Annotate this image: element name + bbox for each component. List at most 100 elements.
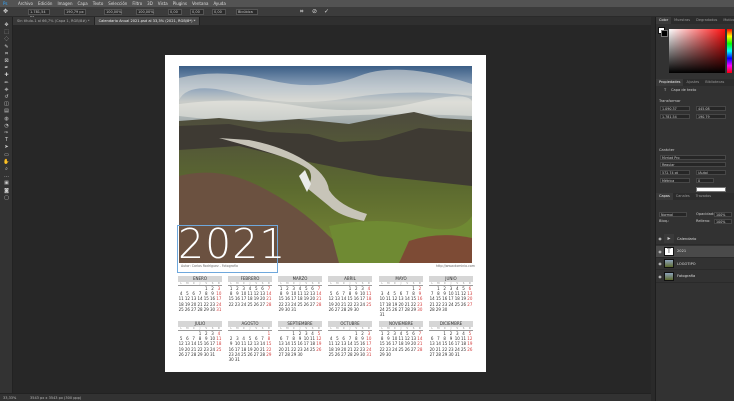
text-color-swatch[interactable] (696, 187, 726, 192)
month-marzo: MARZO L M X J V S D 1 2 3 4 5 6 7 8 9 10 11 12 13 14 15 16 17 18 1… (278, 276, 322, 316)
move-icon[interactable]: ✥ (3, 22, 10, 28)
status-bar: 33,33% 3543 px x 3543 px (300 ppp) (0, 393, 651, 401)
hand-icon[interactable]: ✋ (3, 159, 10, 165)
layer-row[interactable]: ◉ ▸ Calendario (656, 233, 734, 245)
tab-document-2[interactable]: Calendario Anual 2021.psd al 33,3% (2021… (94, 17, 201, 25)
healing-icon[interactable]: ✚ (3, 72, 10, 78)
transform-heading[interactable]: Transformar (659, 99, 681, 104)
brush-icon[interactable]: ✏ (3, 80, 10, 86)
screen-mode-icon[interactable]: ▢ (3, 195, 10, 201)
crop-icon[interactable]: ⌗ (3, 51, 10, 57)
blur-icon[interactable]: ◍ (3, 116, 10, 122)
month-abril: ABRIL L M X J V S D 1 2 3 4 5 6 7 8 9 10 11 12 13 14 15 16 17 18 1… (328, 276, 372, 316)
days-grid: 1 2 3 4 5 6 7 8 9 10 11 12 13 14 15 16 17 18 19 20 21 22 23 24 2… (228, 286, 272, 307)
day: 30 (417, 306, 423, 312)
panel-tab[interactable]: Bibliotecas (702, 79, 727, 86)
character-heading[interactable]: Carácter (659, 148, 674, 153)
panel-tab[interactable]: Motivos (720, 17, 734, 24)
menu-item[interactable]: Filtro (132, 0, 142, 7)
zoom-icon[interactable]: ⌕ (3, 166, 10, 172)
marquee-icon[interactable]: ⬚ (3, 29, 10, 35)
font-family-select[interactable]: Myriad Pro (660, 155, 726, 160)
menu-item[interactable]: Texto (93, 0, 104, 7)
layer-row[interactable]: ◉ T 2021 (656, 245, 734, 258)
tab-document-1[interactable]: Sin título-1 al 66,7% (Capa 1, RGB/8#) * (13, 17, 95, 25)
visibility-eye-icon[interactable]: ◉ (656, 274, 664, 279)
mask-icon[interactable]: ◙ (3, 188, 10, 194)
eyedropper-icon[interactable]: ✒ (3, 65, 10, 71)
menu-item[interactable]: Imagen (57, 0, 72, 7)
photoshop-logo-icon[interactable]: Ps (3, 0, 7, 7)
zoom-level[interactable]: 33,33% (3, 395, 16, 401)
pen-icon[interactable]: ✑ (3, 130, 10, 136)
layer-row[interactable]: ◉ LOGOTIPO (656, 258, 734, 270)
gradient-icon[interactable]: ▤ (3, 108, 10, 114)
transform-h[interactable]: 445,08 (696, 106, 726, 111)
colors-icon[interactable]: ▣ (3, 180, 10, 186)
lasso-icon[interactable]: ◌ (3, 36, 10, 42)
tracking-field[interactable]: 0 (696, 178, 714, 183)
cancel-icon[interactable]: ⊘ (312, 8, 317, 16)
kerning-field[interactable]: Métrica (660, 178, 690, 183)
more-icon[interactable]: … (3, 173, 10, 179)
move-tool-icon[interactable]: ✥ (3, 8, 8, 16)
panel-tab[interactable]: Ajustes (683, 79, 702, 86)
y-field[interactable]: 190,79 px (64, 9, 86, 15)
commit-icon[interactable]: ✓ (324, 8, 329, 16)
menu-item[interactable]: Edición (38, 0, 52, 7)
panel-tab[interactable]: Capas (656, 193, 673, 200)
quick-select-icon[interactable]: ✎ (3, 44, 10, 50)
menu-item[interactable]: Capa (78, 0, 88, 7)
visibility-eye-icon[interactable]: ◉ (656, 261, 664, 266)
stamp-icon[interactable]: ⎈ (3, 87, 10, 93)
eraser-icon[interactable]: ◫ (3, 101, 10, 107)
panel-tab[interactable]: Propiedades (656, 79, 684, 86)
menu-item[interactable]: 3D (147, 0, 153, 7)
fill-field[interactable]: 100% (714, 219, 732, 224)
leading-field[interactable]: (Auto) (696, 170, 726, 175)
font-size-field[interactable]: 572,74 pt (660, 170, 690, 175)
x-field[interactable]: 1.781,54 px (28, 9, 50, 19)
history-brush-icon[interactable]: ↺ (3, 94, 10, 100)
angle-field[interactable]: 0,00 (168, 9, 182, 15)
panel-tab[interactable]: Muestras (671, 17, 693, 24)
height-field[interactable]: 100,00% (136, 9, 154, 15)
vskew-field[interactable]: 0,00 (212, 9, 226, 15)
path-select-icon[interactable]: ➤ (3, 144, 10, 150)
transform-x[interactable]: 1.781,54 (660, 114, 690, 119)
type-icon[interactable]: T (3, 137, 10, 143)
month-noviembre: NOVIEMBRE L M X J V S D 1 2 3 4 5 6 7 8 9 10 11 12 13 14 15 16 1… (379, 321, 423, 361)
blend-mode-select[interactable]: Normal (659, 212, 687, 217)
menu-item[interactable]: Selección (108, 0, 127, 7)
shape-icon[interactable]: ▭ (3, 152, 10, 158)
menu-item[interactable]: Plugins (173, 0, 187, 7)
warp-icon[interactable]: ⌗ (300, 8, 303, 16)
font-style-select[interactable]: Regular (660, 162, 726, 167)
opacity-field[interactable]: 100% (714, 212, 732, 217)
panel-tab[interactable]: Canales (673, 193, 693, 200)
panel-tab[interactable]: Trazados (693, 193, 714, 200)
visibility-eye-icon[interactable]: ◉ (656, 236, 664, 241)
frame-icon[interactable]: ⊠ (3, 58, 10, 64)
menu-item[interactable]: Vista (158, 0, 168, 7)
dodge-icon[interactable]: ◔ (3, 123, 10, 129)
layer-name: Fotografía (677, 274, 696, 278)
menu-item[interactable]: Archivo (18, 0, 33, 7)
interpolation-select[interactable]: Bicúbica (236, 9, 258, 15)
menu-item[interactable]: Ventana (192, 0, 208, 7)
panel-tab[interactable]: Degradados (693, 17, 720, 24)
days-grid: 1 2 3 4 5 6 7 8 9 10 11 12 13 14 15 16 17 18 19 20 21 22 23 24 2… (429, 331, 473, 357)
year-text[interactable]: 2021 (178, 222, 286, 266)
hskew-field[interactable]: 0,00 (190, 9, 204, 15)
hue-slider[interactable] (727, 29, 732, 73)
transform-w[interactable]: 1.090,37 (660, 106, 690, 111)
background-swatch[interactable] (661, 30, 668, 37)
width-field[interactable]: 100,00% (104, 9, 122, 15)
panel-tab[interactable]: Color (656, 17, 672, 24)
menu-item[interactable]: Ayuda (213, 0, 225, 7)
color-field[interactable] (669, 29, 725, 73)
layer-row[interactable]: ◉ Fotografía (656, 271, 734, 283)
visibility-eye-icon[interactable]: ◉ (656, 249, 664, 254)
transform-y[interactable]: 190,79 (696, 114, 726, 119)
options-bar: ✥ 1.781,54 px 190,79 px 100,00% 100,00% … (0, 7, 734, 19)
